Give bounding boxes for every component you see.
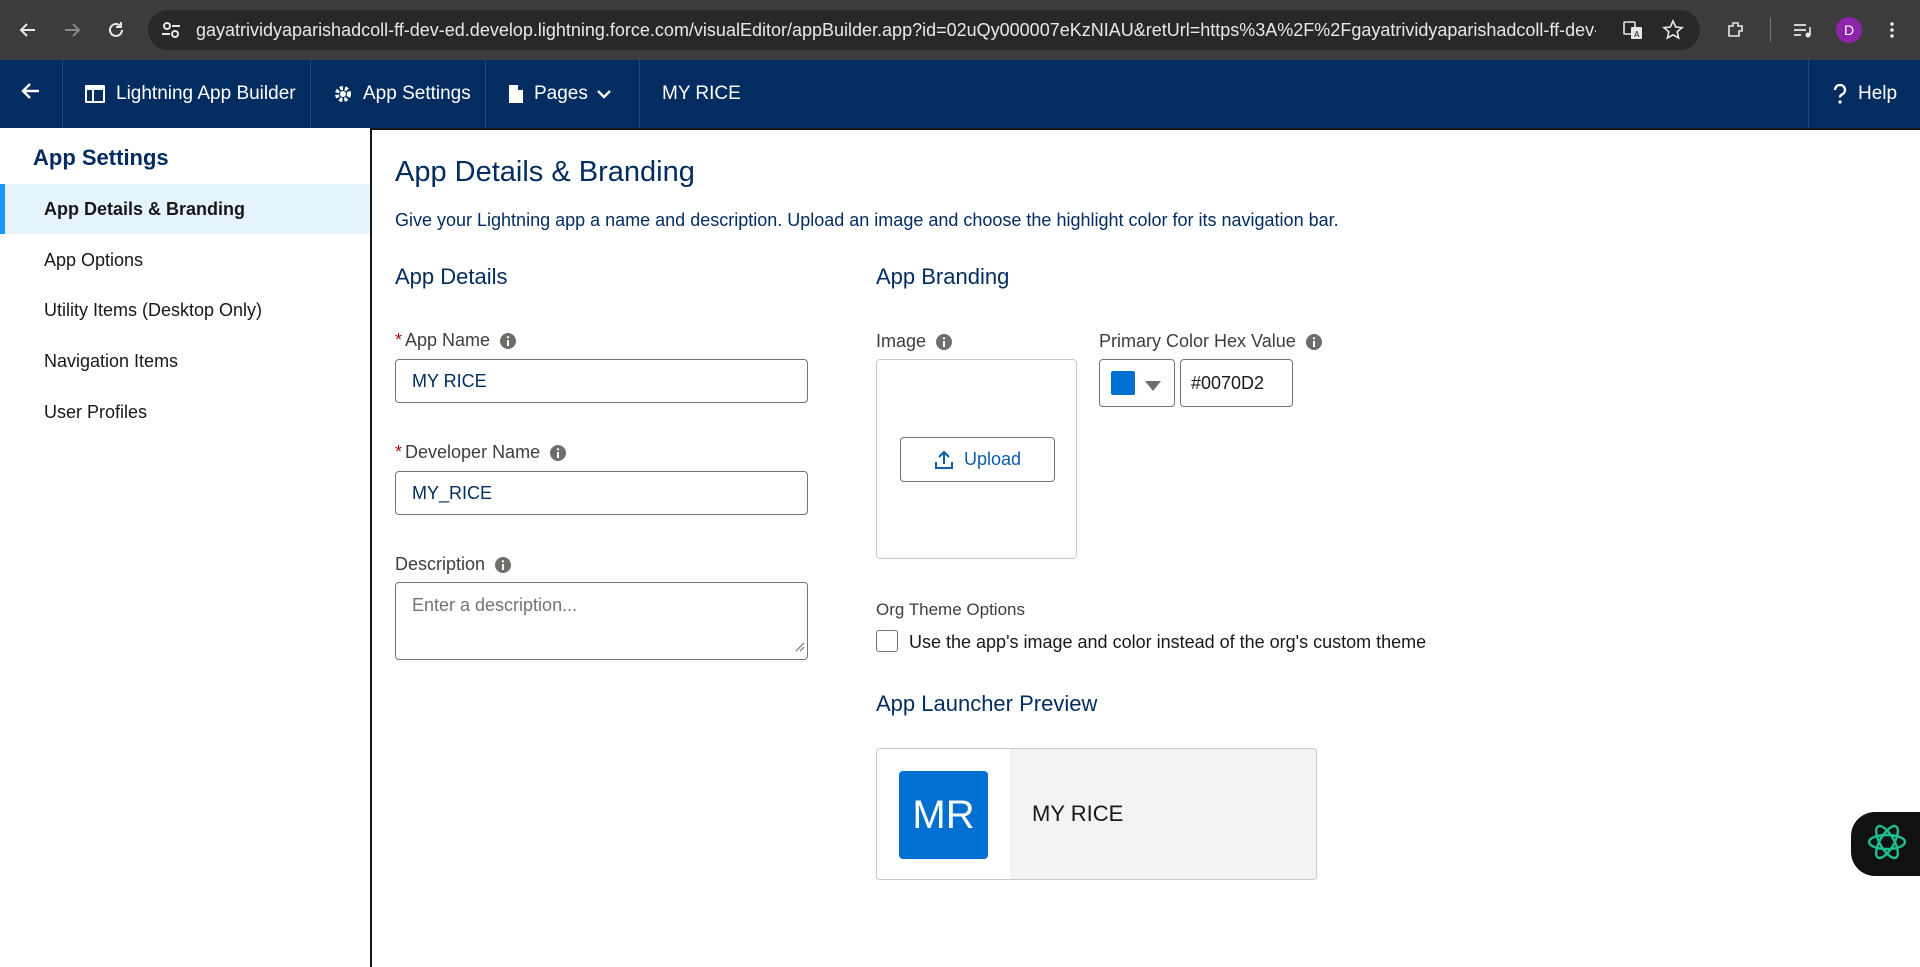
info-icon[interactable] <box>1305 333 1322 350</box>
sidebar-item-user-profiles[interactable]: User Profiles <box>0 387 370 437</box>
assistant-floating-button[interactable] <box>1851 812 1920 876</box>
app-launcher-preview-heading: App Launcher Preview <box>876 691 1098 716</box>
image-label: Image <box>876 331 953 352</box>
page-title: App Details & Branding <box>395 156 695 188</box>
ai-assistant-icon <box>1865 820 1909 869</box>
primary-color-label-text: Primary Color Hex Value <box>1099 331 1296 351</box>
svg-text:A: A <box>1634 30 1640 39</box>
chevron-down-icon <box>596 88 612 100</box>
app-initials-tile: MR <box>899 771 988 859</box>
url-text[interactable]: gayatrividyaparishadcoll-ff-dev-ed.devel… <box>196 20 1596 41</box>
sidebar-item-app-details-branding[interactable]: App Details & Branding <box>0 184 370 234</box>
app-branding-heading: App Branding <box>876 264 1010 289</box>
app-name-input[interactable]: MY RICE <box>395 359 808 403</box>
description-label-text: Description <box>395 554 486 574</box>
address-bar[interactable]: gayatrividyaparishadcoll-ff-dev-ed.devel… <box>148 10 1700 50</box>
header-divider <box>485 60 486 128</box>
media-controls-icon[interactable] <box>1786 14 1818 46</box>
more-menu-icon[interactable] <box>1876 14 1908 46</box>
settings-sidebar: App Settings App Details & Branding App … <box>0 128 370 967</box>
color-swatch <box>1111 371 1135 395</box>
reload-icon[interactable] <box>100 14 132 46</box>
bookmark-star-icon[interactable] <box>1662 19 1684 46</box>
caret-down-icon <box>1145 378 1161 396</box>
layout-icon <box>84 84 106 104</box>
required-marker: * <box>395 330 403 350</box>
sidebar-item-utility-items[interactable]: Utility Items (Desktop Only) <box>0 285 370 335</box>
help-label: Help <box>1858 83 1898 104</box>
app-settings-label: App Settings <box>363 83 471 104</box>
info-icon[interactable] <box>550 444 567 461</box>
back-arrow-icon[interactable] <box>12 14 44 46</box>
image-label-text: Image <box>876 331 927 351</box>
sidebar-title: App Settings <box>33 145 169 170</box>
preview-tile-area: MR <box>877 749 1010 879</box>
upload-label: Upload <box>963 449 1022 469</box>
info-icon[interactable] <box>936 333 953 350</box>
upload-button[interactable]: Upload <box>900 437 1055 482</box>
app-details-heading: App Details <box>395 264 508 289</box>
extensions-icon[interactable] <box>1720 14 1752 46</box>
page-subtitle: Give your Lightning app a name and descr… <box>395 210 1339 230</box>
pages-menu[interactable]: Pages <box>508 60 612 128</box>
forward-arrow-icon[interactable] <box>56 14 88 46</box>
preview-app-name: MY RICE <box>1032 801 1124 826</box>
help-button[interactable]: Help <box>1832 60 1897 128</box>
org-theme-checkbox-label[interactable]: Use the app's image and color instead of… <box>909 632 1426 653</box>
developer-name-label-text: Developer Name <box>405 442 541 462</box>
header-divider <box>639 60 640 128</box>
app-name-label-text: App Name <box>405 330 491 350</box>
header-divider <box>1808 60 1809 128</box>
app-launcher-preview-card: MR MY RICE <box>876 748 1317 880</box>
sidebar-item-app-options[interactable]: App Options <box>0 235 370 285</box>
browser-toolbar: gayatrividyaparishadcoll-ff-dev-ed.devel… <box>0 0 1920 60</box>
info-icon[interactable] <box>495 556 512 573</box>
current-app-name: MY RICE <box>662 83 741 104</box>
info-icon[interactable] <box>500 332 517 349</box>
required-marker: * <box>395 442 403 462</box>
developer-name-label: * Developer Name <box>395 442 567 463</box>
page-icon <box>508 84 524 104</box>
resize-handle-icon[interactable] <box>795 636 805 657</box>
org-theme-checkbox[interactable] <box>876 630 898 652</box>
lightning-app-builder-label: Lightning App Builder <box>116 83 296 104</box>
toolbar-divider <box>1770 18 1771 42</box>
profile-avatar[interactable]: D <box>1836 17 1862 43</box>
org-theme-label: Org Theme Options <box>876 600 1025 619</box>
description-placeholder: Enter a description... <box>412 595 578 615</box>
image-upload-area: Upload <box>876 359 1077 559</box>
app-name-label: * App Name <box>395 330 517 351</box>
gear-icon <box>333 84 353 104</box>
color-picker-button[interactable] <box>1099 359 1175 407</box>
main-panel: App Details & Branding Give your Lightni… <box>370 128 1920 967</box>
description-textarea[interactable]: Enter a description... <box>395 582 808 660</box>
sidebar-item-navigation-items[interactable]: Navigation Items <box>0 336 370 386</box>
description-label: Description <box>395 554 512 575</box>
hex-color-input[interactable]: #0070D2 <box>1180 359 1293 407</box>
question-icon <box>1832 84 1848 104</box>
pages-label: Pages <box>534 83 588 104</box>
lightning-app-builder-link[interactable]: Lightning App Builder <box>84 60 296 128</box>
header-divider <box>310 60 311 128</box>
translate-icon[interactable]: A <box>1622 19 1644 46</box>
header-divider <box>62 60 63 128</box>
app-builder-header: Lightning App Builder App Settings Pages… <box>0 60 1920 128</box>
developer-name-input[interactable]: MY_RICE <box>395 471 808 515</box>
upload-icon <box>934 450 954 470</box>
back-button[interactable] <box>20 60 42 128</box>
back-arrow-icon <box>20 80 42 108</box>
primary-color-label: Primary Color Hex Value <box>1099 331 1322 352</box>
site-settings-icon[interactable] <box>160 19 182 46</box>
app-settings-tab[interactable]: App Settings <box>333 60 471 128</box>
